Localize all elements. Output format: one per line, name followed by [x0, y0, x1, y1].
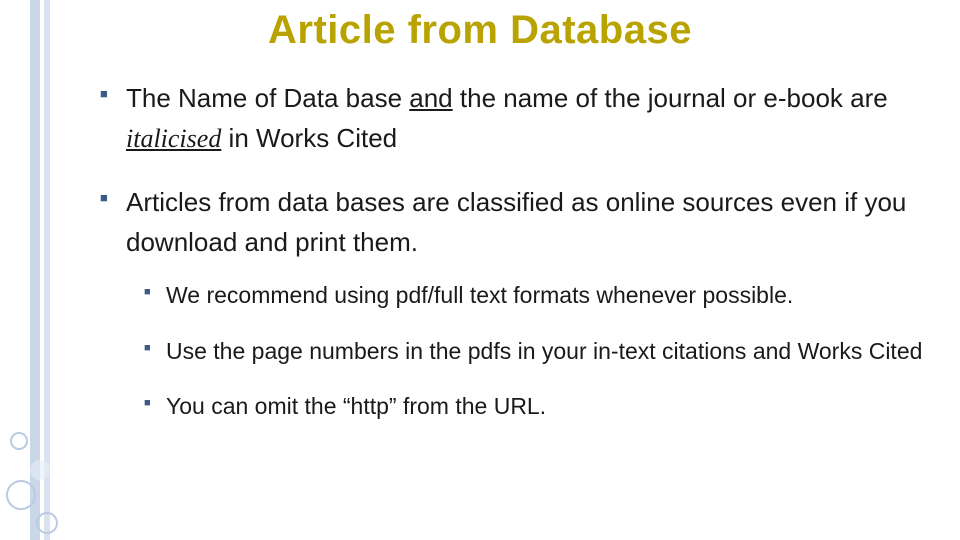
text-segment: the name of the journal or e-book are	[453, 83, 888, 113]
sub-bullet-item: Use the page numbers in the pdfs in your…	[144, 334, 930, 370]
slide-title: Article from Database	[0, 8, 960, 53]
bullet-item: Articles from data bases are classified …	[100, 182, 930, 426]
decorative-left-strip	[0, 0, 60, 540]
underlined-and: and	[409, 83, 452, 113]
sub-bullet-item: You can omit the “http” from the URL.	[144, 389, 930, 425]
text-segment: The Name of Data base	[126, 83, 409, 113]
slide-body: The Name of Data base and the name of th…	[100, 78, 930, 447]
sub-bullet-item: We recommend using pdf/full text formats…	[144, 278, 930, 314]
slide: Article from Database The Name of Data b…	[0, 0, 960, 540]
text-segment: in Works Cited	[221, 123, 397, 153]
italicised-word: italicised	[126, 124, 221, 153]
bullet-item: The Name of Data base and the name of th…	[100, 78, 930, 160]
text-segment: Articles from data bases are classified …	[126, 187, 906, 257]
